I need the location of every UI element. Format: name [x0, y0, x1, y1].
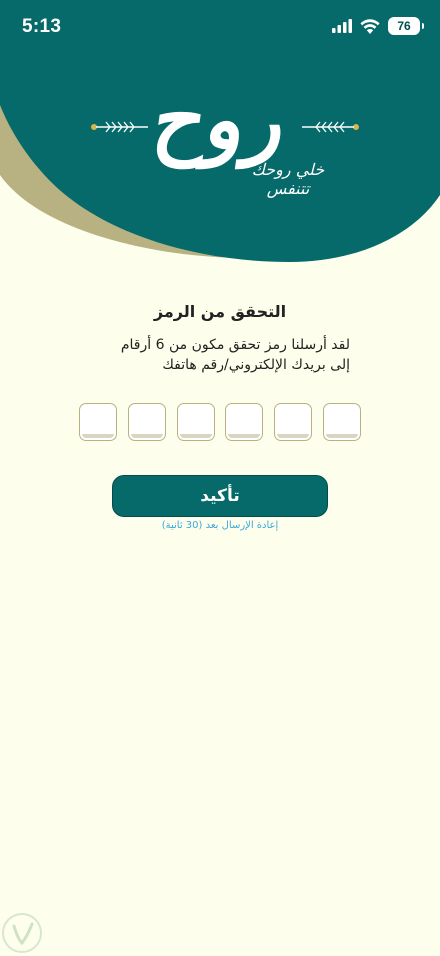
signal-icon [332, 19, 352, 33]
battery-level: 76 [397, 19, 411, 33]
app-logo: روح خلي روحك تتنفس [88, 70, 359, 200]
description-line-2: إلى بريدك الإلكتروني/رقم هاتفك [162, 357, 350, 373]
description-line-1: لقد أرسلنا رمز تحقق مكون من 6 أرقام [120, 337, 350, 353]
status-icons: 76 [332, 17, 424, 35]
ornament-right-icon [302, 121, 359, 133]
otp-digit-6[interactable] [322, 403, 361, 441]
confirm-button[interactable]: تأكيد [112, 475, 328, 517]
logo-tagline: خلي روحك تتنفس [251, 160, 325, 198]
otp-input-group [79, 403, 361, 445]
watermark-logo-icon [2, 913, 42, 953]
resend-code-link[interactable]: إعادة الإرسال بعد (30 ثانية) [0, 520, 440, 531]
otp-digit-3[interactable] [176, 403, 215, 441]
otp-digit-2[interactable] [127, 403, 166, 441]
otp-digit-4[interactable] [225, 403, 264, 441]
page-title: التحقق من الرمز [153, 302, 287, 321]
verification-screen: 5:13 76 روح خلي روحك تتنفس التحقق من الر… [0, 0, 440, 956]
otp-digit-1[interactable] [79, 403, 117, 441]
status-time: 5:13 [22, 16, 62, 37]
battery-icon: 76 [388, 17, 424, 35]
wifi-icon [360, 18, 380, 34]
status-bar: 5:13 76 [0, 0, 440, 56]
otp-digit-5[interactable] [274, 403, 313, 441]
verification-description: لقد أرسلنا رمز تحقق مكون من 6 أرقام إلى … [60, 335, 350, 375]
